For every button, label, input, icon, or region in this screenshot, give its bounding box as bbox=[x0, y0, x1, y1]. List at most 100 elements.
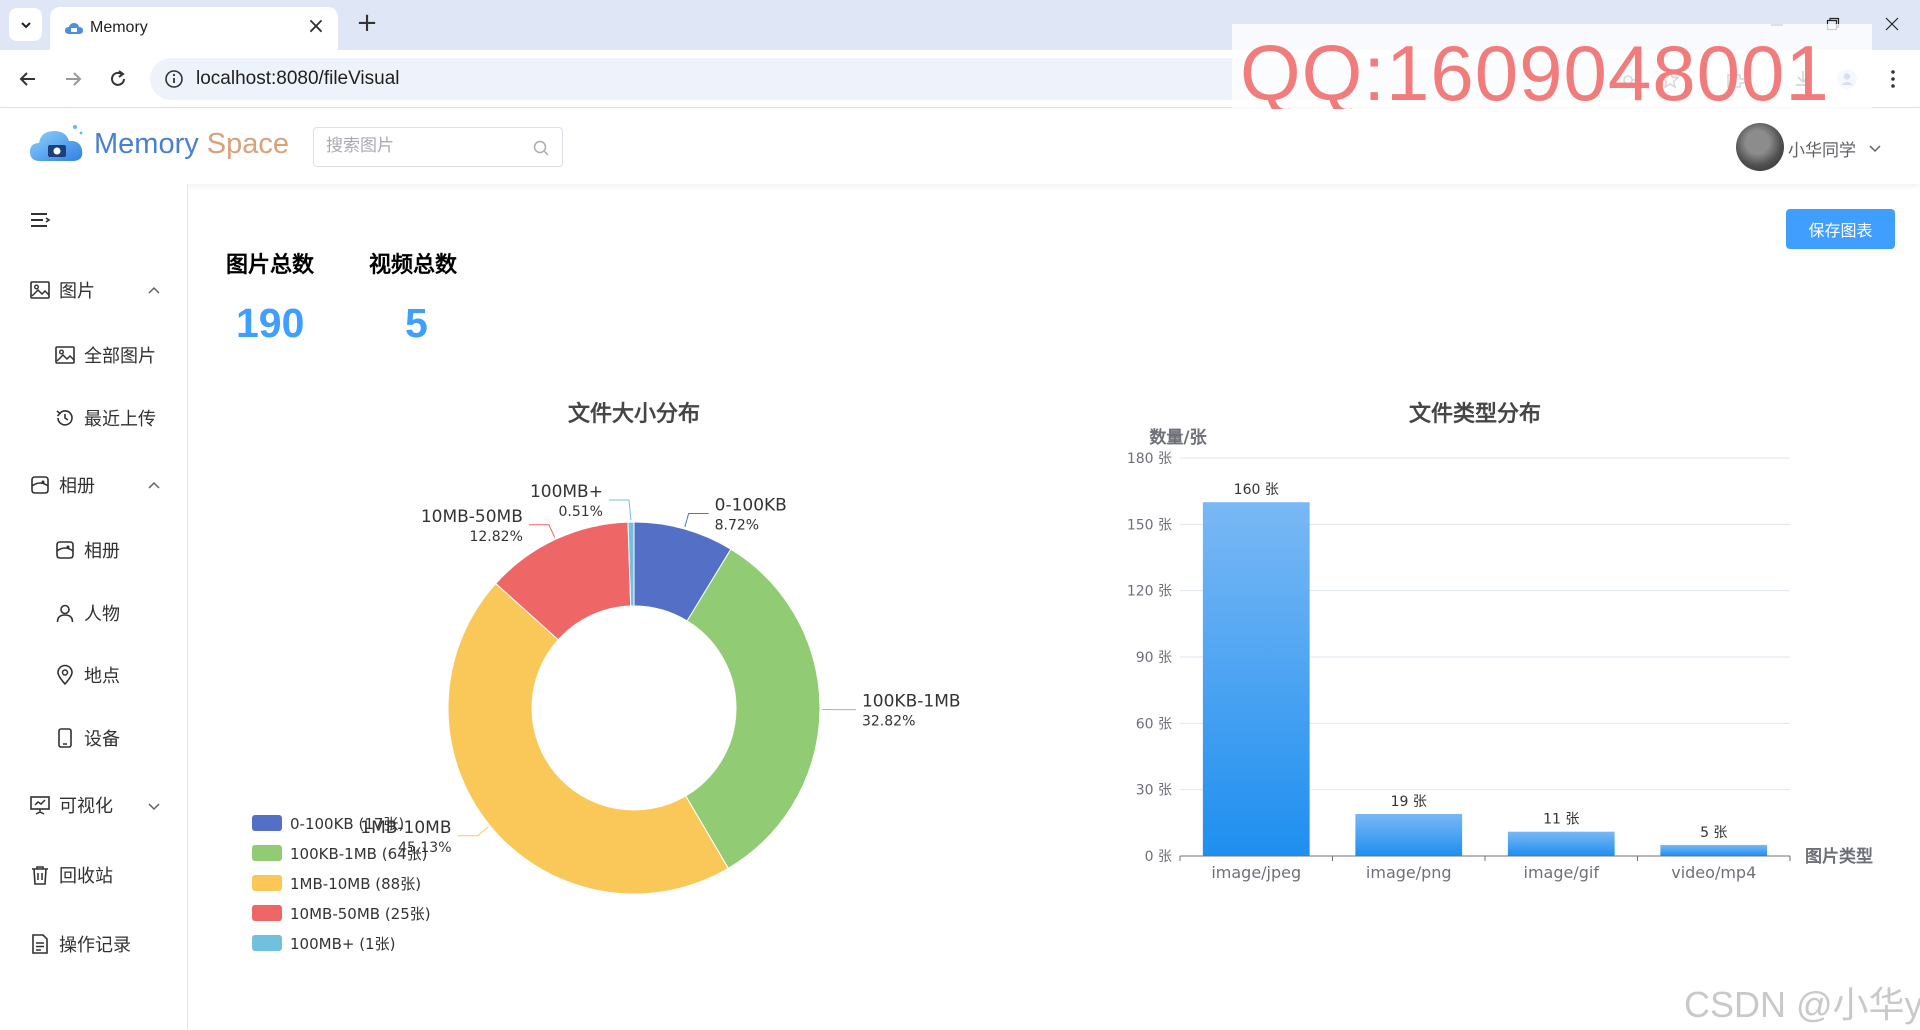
y-tick-label: 150 张 bbox=[1127, 517, 1172, 533]
search-icon[interactable] bbox=[532, 139, 550, 157]
sidebar: 图片 全部图片 最近上传 相册 相册 人物 地点 设备 可视化 回收站 操作记录 bbox=[0, 184, 188, 1030]
menu-collapse-icon[interactable] bbox=[29, 210, 51, 230]
sidebar-item-label: 全部图片 bbox=[84, 346, 156, 367]
chevron-down-icon bbox=[20, 21, 31, 28]
cloud-logo-icon bbox=[30, 125, 83, 161]
info-icon[interactable] bbox=[164, 69, 184, 89]
sidebar-item-label: 设备 bbox=[84, 729, 120, 750]
chevron-up-icon bbox=[148, 481, 160, 489]
y-tick-label: 30 张 bbox=[1136, 783, 1172, 799]
pie-label-line bbox=[608, 499, 632, 521]
url-text: localhost:8080/fileVisual bbox=[196, 68, 400, 89]
image-icon bbox=[55, 346, 75, 364]
sidebar-item-label: 操作记录 bbox=[59, 935, 131, 956]
legend-swatch[interactable] bbox=[252, 875, 282, 891]
bar[interactable] bbox=[1660, 844, 1768, 856]
sidebar-item-recent-uploads[interactable]: 最近上传 bbox=[54, 393, 156, 443]
file-size-donut-chart: 文件大小分布 0-100KB 8.72% 100KB-1MB 32.82% 1MB-10… bbox=[252, 401, 961, 953]
arrow-left-icon bbox=[19, 72, 35, 86]
cloud-favicon-icon bbox=[65, 23, 83, 34]
sidebar-item-album[interactable]: 相册 bbox=[54, 525, 120, 575]
pie-slice-percent: 8.72% bbox=[715, 518, 759, 534]
bar-value-label: 160 张 bbox=[1234, 482, 1279, 498]
bar[interactable] bbox=[1355, 813, 1463, 856]
back-button[interactable] bbox=[13, 64, 43, 94]
y-tick-label: 180 张 bbox=[1127, 451, 1172, 467]
user-name[interactable]: 小华同学 bbox=[1788, 136, 1856, 161]
sidebar-item-operation-log[interactable]: 操作记录 bbox=[29, 919, 131, 969]
x-tick-label: image/gif bbox=[1524, 863, 1600, 882]
chevron-down-icon[interactable] bbox=[1868, 141, 1882, 155]
sidebar-item-label: 回收站 bbox=[59, 866, 113, 887]
trash-icon bbox=[32, 866, 48, 885]
album-icon bbox=[56, 541, 74, 559]
close-tab-icon[interactable]: × bbox=[304, 16, 328, 40]
album-icon bbox=[31, 476, 49, 494]
search-box bbox=[313, 127, 563, 167]
legend-item-label[interactable]: 1MB-10MB (88张) bbox=[290, 875, 421, 893]
logo-word-space: Space bbox=[206, 128, 290, 160]
pie-slice[interactable] bbox=[685, 548, 821, 870]
legend-swatch[interactable] bbox=[252, 845, 282, 861]
legend-item-label[interactable]: 100KB-1MB (64张) bbox=[290, 845, 428, 863]
legend-swatch[interactable] bbox=[252, 935, 282, 951]
bar[interactable] bbox=[1507, 831, 1615, 856]
image-icon bbox=[30, 281, 50, 299]
sidebar-item-recycle-bin[interactable]: 回收站 bbox=[29, 850, 113, 900]
close-icon bbox=[1885, 17, 1899, 31]
x-axis-label: 图片类型 bbox=[1805, 846, 1873, 867]
history-icon bbox=[56, 410, 73, 426]
pie-slice-label: 10MB-50MB bbox=[421, 507, 523, 527]
new-tab-button[interactable]: + bbox=[352, 9, 382, 39]
close-window-button[interactable] bbox=[1872, 10, 1912, 38]
tab-title: Memory bbox=[90, 19, 148, 36]
app-header: Memory Space 小华同学 bbox=[0, 109, 1920, 184]
x-tick-label: image/png bbox=[1366, 863, 1452, 882]
pie-slice-percent: 32.82% bbox=[862, 714, 915, 730]
total-videos-label: 视频总数 bbox=[369, 253, 458, 278]
location-icon bbox=[57, 664, 73, 686]
legend-swatch[interactable] bbox=[252, 905, 282, 921]
chevron-up-icon bbox=[148, 286, 160, 294]
x-tick-label: image/jpeg bbox=[1211, 863, 1301, 882]
total-images-label: 图片总数 bbox=[226, 253, 315, 278]
sidebar-item-label: 可视化 bbox=[59, 796, 113, 817]
pie-slice[interactable] bbox=[447, 582, 729, 895]
sidebar-item-devices[interactable]: 设备 bbox=[54, 713, 120, 763]
x-tick-label: video/mp4 bbox=[1671, 863, 1756, 882]
save-chart-button[interactable]: 保存图表 bbox=[1786, 209, 1895, 249]
bar-value-label: 11 张 bbox=[1543, 812, 1579, 828]
csdn-watermark: CSDN @小华y bbox=[1684, 984, 1920, 1025]
total-videos-value: 5 bbox=[405, 300, 428, 346]
legend-item-label[interactable]: 0-100KB (17张) bbox=[290, 815, 404, 833]
sidebar-item-all-images[interactable]: 全部图片 bbox=[54, 330, 156, 380]
legend-swatch[interactable] bbox=[252, 815, 282, 831]
forward-button[interactable] bbox=[58, 64, 88, 94]
browser-tab[interactable]: Memory × bbox=[50, 7, 338, 50]
avatar[interactable] bbox=[1736, 123, 1784, 171]
search-input[interactable] bbox=[326, 136, 526, 156]
sidebar-item-label: 最近上传 bbox=[84, 409, 156, 430]
sidebar-item-people[interactable]: 人物 bbox=[54, 588, 120, 638]
pie-slice-label: 0-100KB bbox=[715, 496, 787, 516]
pie-slice-label: 100KB-1MB bbox=[862, 692, 961, 712]
sidebar-item-images[interactable]: 图片 bbox=[29, 265, 160, 315]
sidebar-item-places[interactable]: 地点 bbox=[54, 650, 120, 700]
legend-item-label[interactable]: 100MB+ (1张) bbox=[290, 935, 395, 953]
sidebar-item-visualization[interactable]: 可视化 bbox=[29, 780, 160, 830]
bar[interactable] bbox=[1202, 502, 1310, 856]
phone-icon bbox=[58, 728, 72, 748]
y-tick-label: 0 张 bbox=[1145, 849, 1172, 865]
tab-search-button[interactable] bbox=[9, 8, 42, 41]
bar-value-label: 5 张 bbox=[1700, 825, 1727, 841]
more-menu-icon[interactable] bbox=[1882, 68, 1904, 90]
sidebar-item-albums[interactable]: 相册 bbox=[29, 460, 160, 510]
pie-slice-percent: 0.51% bbox=[558, 504, 602, 520]
legend-item-label[interactable]: 10MB-50MB (25张) bbox=[290, 905, 431, 923]
sidebar-item-label: 相册 bbox=[59, 476, 95, 497]
app-logo-text: Memory Space bbox=[94, 128, 289, 161]
reload-button[interactable] bbox=[103, 64, 133, 94]
pie-label-line bbox=[528, 524, 556, 538]
chart-title: 文件类型分布 bbox=[1409, 401, 1541, 427]
sidebar-item-label: 图片 bbox=[59, 281, 95, 302]
